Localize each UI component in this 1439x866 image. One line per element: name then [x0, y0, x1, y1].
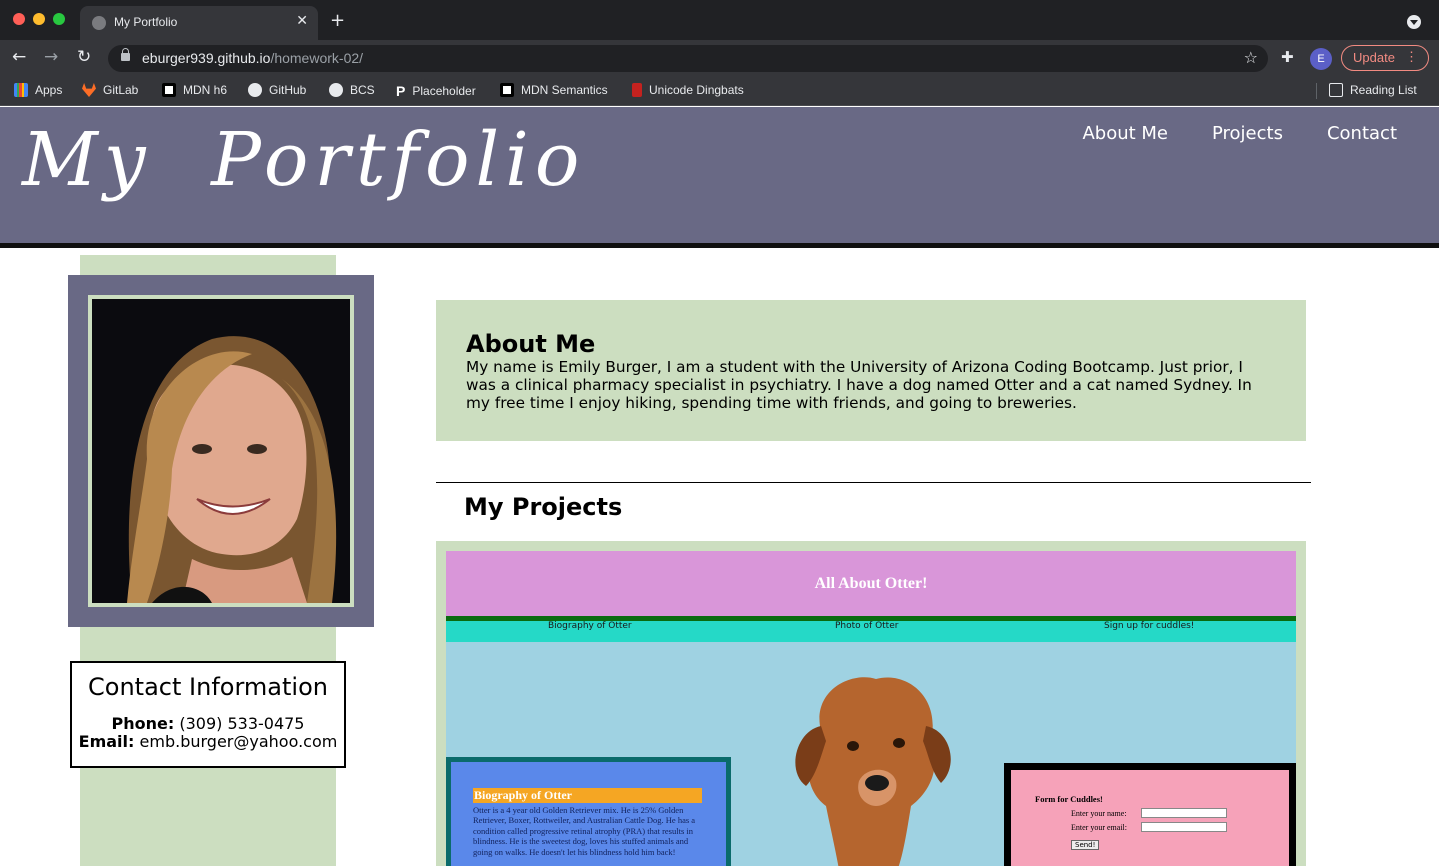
project-form-title: Form for Cuddles! [1035, 794, 1103, 804]
project-form-box: Form for Cuddles! Enter your name: Enter… [1004, 763, 1296, 866]
dog-photo [795, 677, 951, 866]
address-bar[interactable]: eburger939.github.io/homework-02/ ☆ [108, 45, 1268, 72]
nav-link-projects[interactable]: Projects [1212, 123, 1283, 144]
project-card[interactable]: All About Otter! Biography of Otter Phot… [436, 541, 1306, 866]
menu-dots-icon[interactable]: ⋮ [1405, 49, 1418, 65]
bookmark-apps[interactable]: Apps [14, 83, 62, 97]
reading-list-icon [1329, 83, 1343, 97]
project-email-input [1141, 822, 1227, 832]
placeholder-icon: P [396, 83, 406, 99]
section-divider [436, 482, 1311, 483]
project-bio-text: Otter is a 4 year old Golden Retriever m… [473, 805, 696, 857]
profile-photo [88, 295, 354, 607]
project-nav-signup: Sign up for cuddles! [1104, 621, 1195, 631]
bookmark-placeholder[interactable]: P Placeholder [396, 83, 476, 99]
project-nav-bio: Biography of Otter [548, 621, 632, 631]
project-title: All About Otter! [814, 575, 928, 592]
new-tab-button[interactable]: + [330, 10, 345, 31]
back-arrow-icon[interactable]: ← [12, 47, 26, 67]
about-me-section: About Me My name is Emily Burger, I am a… [436, 300, 1306, 441]
project-header: All About Otter! [446, 551, 1296, 616]
about-me-text: My name is Emily Burger, I am a student … [466, 358, 1252, 412]
bookmark-star-icon[interactable]: ☆ [1244, 48, 1258, 67]
reload-icon[interactable]: ↻ [77, 47, 91, 67]
contact-phone: Phone: (309) 533-0475 [111, 714, 305, 733]
project-screenshot[interactable]: All About Otter! Biography of Otter Phot… [446, 551, 1296, 866]
project-form-email-row: Enter your email: [1035, 822, 1289, 832]
bookmark-bcs[interactable]: BCS [329, 83, 375, 97]
apps-grid-icon [14, 83, 28, 97]
bookmark-gitlab[interactable]: GitLab [82, 83, 138, 97]
profile-photo-frame [68, 275, 374, 627]
lock-icon[interactable] [121, 48, 130, 61]
bookmark-mdn-semantics[interactable]: MDN Semantics [500, 83, 608, 97]
browser-titlebar: My Portfolio ✕ + [0, 0, 1439, 40]
contact-email: Email: emb.burger@yahoo.com [78, 732, 338, 751]
unicode-icon [632, 83, 642, 97]
mdn-icon [162, 83, 176, 97]
project-form-name-row: Enter your name: [1035, 808, 1289, 818]
site-header: My Portfolio About Me Projects Contact [0, 107, 1439, 248]
reading-list-button[interactable]: Reading List [1329, 83, 1417, 97]
nav-link-about-me[interactable]: About Me [1082, 123, 1168, 144]
url-text: eburger939.github.io/homework-02/ [142, 50, 364, 66]
bookmark-mdn-h6[interactable]: MDN h6 [162, 83, 227, 97]
forward-arrow-icon[interactable]: → [44, 47, 58, 67]
update-button[interactable]: Update ⋮ [1341, 45, 1429, 71]
browser-toolbar: ← → ↻ eburger939.github.io/homework-02/ … [0, 40, 1439, 76]
contact-title: Contact Information [88, 673, 328, 701]
about-me-heading: About Me [466, 330, 596, 358]
project-bio-title: Biography of Otter [473, 788, 702, 803]
project-nav-photo: Photo of Otter [835, 621, 899, 631]
nav-link-contact[interactable]: Contact [1327, 123, 1397, 144]
gitlab-icon [82, 83, 96, 97]
project-send-button: Send! [1071, 840, 1100, 850]
minimize-window-button[interactable] [33, 13, 45, 25]
project-name-input [1141, 808, 1227, 818]
site-title: My Portfolio [22, 117, 586, 203]
email-link[interactable]: emb.burger@yahoo.com [140, 732, 338, 751]
project-nav: Biography of Otter Photo of Otter Sign u… [446, 616, 1296, 642]
tab-title: My Portfolio [114, 15, 178, 29]
tab-search-icon[interactable] [1407, 15, 1421, 29]
contact-information: Contact Information Phone: (309) 533-047… [70, 661, 346, 768]
project-bio-box: Biography of Otter Otter is a 4 year old… [446, 757, 731, 866]
browser-tab[interactable]: My Portfolio ✕ [80, 6, 318, 40]
github-icon [248, 83, 262, 97]
site-nav: About Me Projects Contact [1082, 123, 1397, 144]
web-page: My Portfolio About Me Projects Contact C… [0, 107, 1439, 866]
bookmark-unicode-dingbats[interactable]: Unicode Dingbats [632, 83, 744, 97]
extensions-puzzle-icon[interactable]: ✚ [1281, 48, 1294, 66]
projects-heading: My Projects [464, 493, 623, 521]
bookmarks-bar: Apps GitLab MDN h6 GitHub BCS P Placehol… [0, 76, 1439, 106]
mdn-icon [500, 83, 514, 97]
globe-icon [92, 16, 106, 30]
close-tab-icon[interactable]: ✕ [296, 13, 308, 29]
profile-avatar[interactable]: E [1310, 48, 1332, 70]
bookmarks-divider [1316, 83, 1317, 99]
maximize-window-button[interactable] [53, 13, 65, 25]
bookmark-github[interactable]: GitHub [248, 83, 306, 97]
globe-icon [329, 83, 343, 97]
close-window-button[interactable] [13, 13, 25, 25]
